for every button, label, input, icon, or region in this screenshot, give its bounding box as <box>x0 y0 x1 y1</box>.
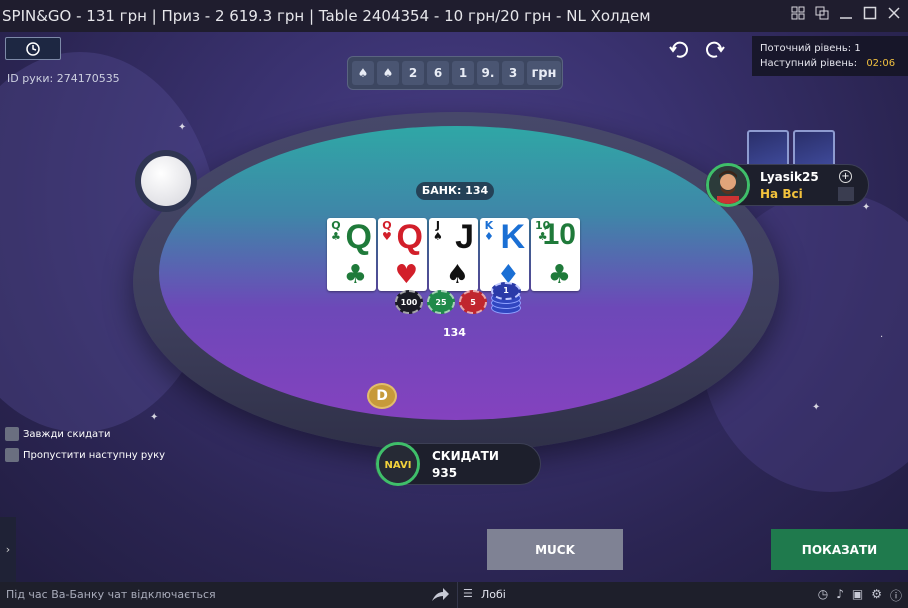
always-fold-checkbox[interactable] <box>5 427 19 441</box>
board-card: Q ♥ Q ♥ <box>378 218 427 291</box>
chip-5: 5 <box>459 290 487 314</box>
hero-seat: NAVI СКИДАТИ 935 <box>375 442 541 486</box>
strip-cell[interactable]: 1 <box>452 61 474 85</box>
opponent-cards <box>747 130 835 168</box>
list-icon[interactable]: ☰ <box>463 587 473 600</box>
window-controls <box>790 6 902 24</box>
sound-icon[interactable]: ♪ <box>836 587 844 604</box>
maximize-icon[interactable] <box>862 6 878 24</box>
game-scene: ✦ ✦ ✦ ✦ · ID руки: 274170535 ♠ ♠ 2 6 1 9… <box>0 32 908 582</box>
strip-cell[interactable]: 9. <box>477 61 499 85</box>
hand-history-button[interactable] <box>5 37 61 60</box>
rotate-controls <box>668 39 726 61</box>
opponent-name: Lyasik25 <box>760 170 819 184</box>
skip-next-option[interactable]: Пропустити наступну руку <box>5 448 165 462</box>
title-bar: SPIN&GO - 131 грн | Приз - 2 619.3 грн |… <box>0 0 908 32</box>
card-rank-large: Q <box>396 218 423 256</box>
strip-cell[interactable]: 2 <box>402 61 424 85</box>
empty-seat[interactable] <box>135 150 197 212</box>
info-icon[interactable]: ⓘ <box>890 587 902 604</box>
restore-icon[interactable] <box>814 6 830 24</box>
pot-chips: 100 25 5 1 <box>395 282 521 316</box>
card-rank-large: Q <box>345 218 372 256</box>
star-decoration: · <box>880 332 884 343</box>
current-level: Поточний рівень: 1 <box>760 43 861 54</box>
opponent-status: На Всі <box>760 187 803 201</box>
board-card: J ♠ J ♠ <box>429 218 478 291</box>
card-rank-large: J <box>455 218 474 256</box>
dealer-button: D <box>367 383 397 409</box>
rotate-right-icon[interactable] <box>702 39 726 61</box>
svg-text:NAVI: NAVI <box>385 460 412 471</box>
chip-stack-1: 1 <box>491 282 521 316</box>
card-rank-large: 10 <box>542 218 576 251</box>
card-suit: ♥ <box>382 230 392 243</box>
skip-next-label: Пропустити наступну руку <box>23 449 166 461</box>
board-card: 10 ♣ 10 ♣ <box>531 218 580 291</box>
avatar <box>706 163 750 207</box>
show-button[interactable]: ПОКАЗАТИ <box>771 529 908 570</box>
card-suit-large: ♥ <box>394 260 418 290</box>
screen-icon[interactable]: ▣ <box>852 587 863 604</box>
card-suit-large: ♣ <box>547 260 571 290</box>
card-suit: ♦ <box>484 230 494 243</box>
bottom-icons: ◷ ♪ ▣ ⚙ ⓘ <box>818 587 902 604</box>
chip-1: 1 <box>491 282 521 300</box>
star-decoration: ✦ <box>178 122 187 133</box>
rotate-left-icon[interactable] <box>668 39 692 61</box>
hand-id: ID руки: 274170535 <box>7 72 120 85</box>
chevron-right-icon: › <box>5 543 11 556</box>
card-rank-large: K <box>500 218 525 256</box>
avatar: NAVI <box>376 442 420 486</box>
card-suit: ♠ <box>433 230 443 243</box>
star-decoration: ✦ <box>150 412 159 423</box>
deck-icon-2[interactable]: ♠ <box>377 61 399 85</box>
always-fold-option[interactable]: Завжди скидати <box>5 427 110 441</box>
next-level-timer: 02:06 <box>866 58 896 69</box>
card-back <box>747 130 789 168</box>
skip-next-checkbox[interactable] <box>5 448 19 462</box>
chip-25: 25 <box>427 290 455 314</box>
board-card: K ♦ K ♦ <box>480 218 529 291</box>
deck-icon[interactable]: ♠ <box>352 61 374 85</box>
next-level-label: Наступний рівень: <box>760 58 858 69</box>
close-icon[interactable] <box>886 6 902 24</box>
card-strip[interactable]: ♠ ♠ 2 6 1 9. 3 грн <box>347 56 563 90</box>
strip-cell[interactable]: 6 <box>427 61 449 85</box>
bottom-bar: Під час Ва-Банку чат відключається ☰ Лоб… <box>0 582 908 608</box>
star-decoration: ✦ <box>812 402 821 413</box>
opponent-seat[interactable]: Lyasik25 На Всі + <box>705 163 869 207</box>
card-suit: ♣ <box>331 230 341 243</box>
card-suit-large: ♣ <box>343 260 367 290</box>
flag-icon <box>838 187 854 201</box>
next-level: Наступний рівень: 02:06 <box>760 56 900 71</box>
history-icon[interactable]: ◷ <box>818 587 828 604</box>
pot-label: БАНК: 134 <box>416 182 494 200</box>
hero-stack: 935 <box>432 466 458 480</box>
card-suit-large: ♠ <box>445 260 469 290</box>
divider <box>457 582 458 608</box>
muck-button[interactable]: MUCK <box>487 529 623 570</box>
always-fold-label: Завжди скидати <box>23 428 111 440</box>
card-back <box>793 130 835 168</box>
hero-action: СКИДАТИ <box>432 449 499 463</box>
minimize-icon[interactable] <box>838 6 854 24</box>
lobby-link[interactable]: Лобі <box>481 588 506 601</box>
pot-amount: 134 <box>443 326 466 339</box>
board-card: Q ♣ Q ♣ <box>327 218 376 291</box>
currency-toggle[interactable]: грн <box>527 61 561 85</box>
star-decoration: ✦ <box>862 202 871 213</box>
strip-cell[interactable]: 3 <box>502 61 524 85</box>
window-title: SPIN&GO - 131 грн | Приз - 2 619.3 грн |… <box>2 7 651 25</box>
chip-100: 100 <box>395 290 423 314</box>
history-icon <box>26 41 40 56</box>
community-cards: Q ♣ Q ♣ Q ♥ Q ♥ J ♠ J ♠ K ♦ K ♦ 10 ♣ 10 ♣ <box>327 218 580 291</box>
gear-icon[interactable]: ⚙ <box>871 587 882 604</box>
tile-icon[interactable] <box>790 6 806 24</box>
chat-notice: Під час Ва-Банку чат відключається <box>6 588 216 601</box>
blind-level-info: Поточний рівень: 1 Наступний рівень: 02:… <box>752 36 908 76</box>
add-note-icon[interactable]: + <box>839 170 852 183</box>
share-arrow-icon[interactable] <box>430 586 450 604</box>
side-panel-toggle[interactable]: › <box>0 517 16 582</box>
